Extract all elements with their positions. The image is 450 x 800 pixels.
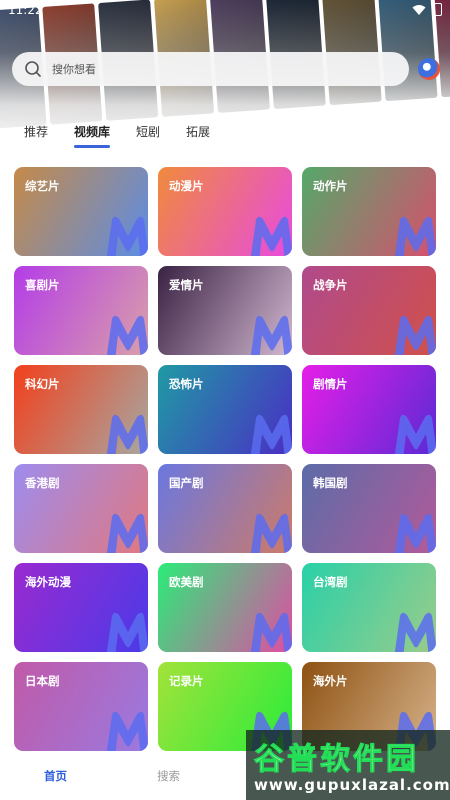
category-label: 动作片 — [313, 179, 348, 193]
m-logo-icon — [106, 216, 148, 256]
m-logo-icon — [394, 315, 436, 355]
category-card[interactable]: 战争片 — [302, 266, 436, 355]
category-label: 日本剧 — [25, 674, 60, 688]
m-logo-icon — [250, 414, 292, 454]
search-icon — [25, 61, 41, 77]
m-logo-icon — [106, 612, 148, 652]
category-label: 爱情片 — [169, 278, 204, 292]
tab-video-library[interactable]: 视频库 — [74, 123, 111, 148]
category-label: 国产剧 — [169, 476, 204, 490]
category-label: 战争片 — [313, 278, 348, 292]
app-logo-icon[interactable] — [418, 58, 440, 80]
m-logo-icon — [106, 711, 148, 751]
category-label: 香港剧 — [25, 476, 60, 490]
category-card[interactable]: 剧情片 — [302, 365, 436, 454]
category-card[interactable]: 海外动漫 — [14, 563, 148, 652]
category-card[interactable]: 综艺片 — [14, 167, 148, 256]
search-input[interactable]: 搜你想看 — [52, 61, 96, 77]
m-logo-icon — [250, 612, 292, 652]
category-card[interactable]: 喜剧片 — [14, 266, 148, 355]
watermark-url: www.gupuxlazal.com — [254, 776, 450, 794]
app-screen: 11:22 搜你想看 推荐 视频库 短剧 拓展 综艺片 动漫片 动作片喜剧片 爱情片 战… — [0, 0, 450, 800]
category-tabs: 推荐 视频库 短剧 拓展 — [24, 123, 236, 148]
category-label: 喜剧片 — [25, 278, 60, 292]
m-logo-icon — [250, 513, 292, 553]
status-bar: 11:22 — [0, 0, 450, 22]
tab-extend[interactable]: 拓展 — [186, 123, 210, 140]
category-label: 恐怖片 — [169, 377, 204, 391]
category-label: 韩国剧 — [313, 476, 348, 490]
category-card[interactable]: 日本剧 — [14, 662, 148, 751]
wifi-icon — [412, 4, 426, 15]
category-card[interactable]: 动漫片 — [158, 167, 292, 256]
category-label: 海外片 — [313, 674, 348, 688]
watermark-title: 谷普软件园 — [254, 742, 419, 778]
category-grid: 综艺片 动漫片 动作片喜剧片 爱情片 战争片科幻片 恐怖片 剧情片香港剧 国产剧 韩国剧海外动漫… — [14, 167, 436, 751]
category-label: 记录片 — [169, 674, 204, 688]
m-logo-icon — [394, 513, 436, 553]
m-logo-icon — [250, 216, 292, 256]
category-label: 动漫片 — [169, 179, 204, 193]
status-time: 11:22 — [8, 3, 43, 17]
status-icons — [412, 3, 442, 16]
category-label: 科幻片 — [25, 377, 60, 391]
category-card[interactable]: 恐怖片 — [158, 365, 292, 454]
category-card[interactable]: 科幻片 — [14, 365, 148, 454]
m-logo-icon — [106, 513, 148, 553]
category-card[interactable]: 国产剧 — [158, 464, 292, 553]
m-logo-icon — [106, 315, 148, 355]
battery-icon — [434, 3, 442, 16]
category-label: 剧情片 — [313, 377, 348, 391]
category-label: 海外动漫 — [25, 575, 71, 589]
m-logo-icon — [394, 414, 436, 454]
nav-search[interactable]: 搜索 — [157, 768, 180, 784]
m-logo-icon — [394, 216, 436, 256]
tab-short-drama[interactable]: 短剧 — [136, 123, 160, 140]
m-logo-icon — [394, 612, 436, 652]
nav-home[interactable]: 首页 — [44, 768, 67, 784]
category-card[interactable]: 韩国剧 — [302, 464, 436, 553]
category-card[interactable]: 香港剧 — [14, 464, 148, 553]
search-bar[interactable]: 搜你想看 — [12, 52, 409, 86]
category-label: 台湾剧 — [313, 575, 348, 589]
watermark: 谷普软件园 www.gupuxlazal.com — [246, 730, 450, 800]
category-card[interactable]: 动作片 — [302, 167, 436, 256]
category-card[interactable]: 欧美剧 — [158, 563, 292, 652]
category-card[interactable]: 爱情片 — [158, 266, 292, 355]
category-label: 欧美剧 — [169, 575, 204, 589]
m-logo-icon — [106, 414, 148, 454]
tab-recommend[interactable]: 推荐 — [24, 123, 48, 140]
category-label: 综艺片 — [25, 179, 60, 193]
category-card[interactable]: 台湾剧 — [302, 563, 436, 652]
m-logo-icon — [250, 315, 292, 355]
